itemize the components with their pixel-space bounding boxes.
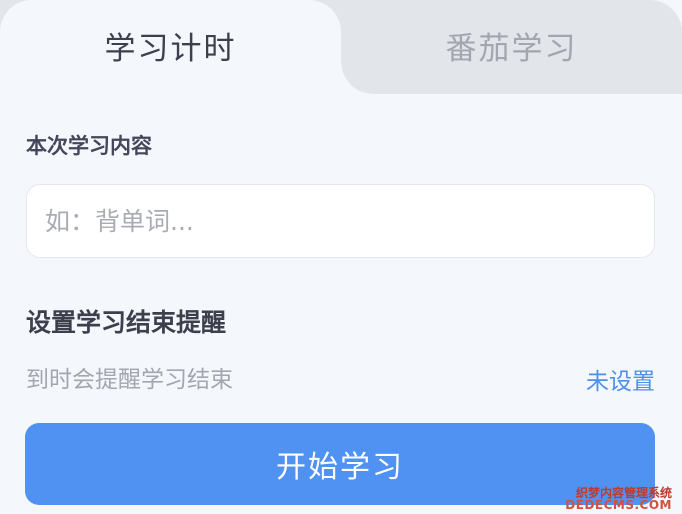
reminder-setting-link[interactable]: 未设置 <box>586 362 655 396</box>
tab-bar: 学习计时 番茄学习 <box>0 0 682 94</box>
reminder-title: 设置学习结束提醒 <box>26 308 227 337</box>
start-study-button[interactable]: 开始学习 <box>25 423 655 505</box>
watermark-logo: 织梦内容管理系统 DEDECMS.COM <box>565 487 672 512</box>
watermark-line2: DEDECMS.COM <box>565 498 672 513</box>
tab-study-timer[interactable]: 学习计时 <box>0 0 373 94</box>
study-timer-screen: 学习计时 番茄学习 本次学习内容 设置学习结束提醒 到时会提醒学习结束 未设置 … <box>0 0 682 514</box>
study-content-label: 本次学习内容 <box>26 134 152 158</box>
tab-pomodoro[interactable]: 番茄学习 <box>341 0 682 94</box>
reminder-description: 到时会提醒学习结束 <box>26 367 233 393</box>
tab-pomodoro-label: 番茄学习 <box>445 30 578 67</box>
tab-study-timer-label: 学习计时 <box>104 30 237 67</box>
study-content-input[interactable] <box>26 184 655 258</box>
